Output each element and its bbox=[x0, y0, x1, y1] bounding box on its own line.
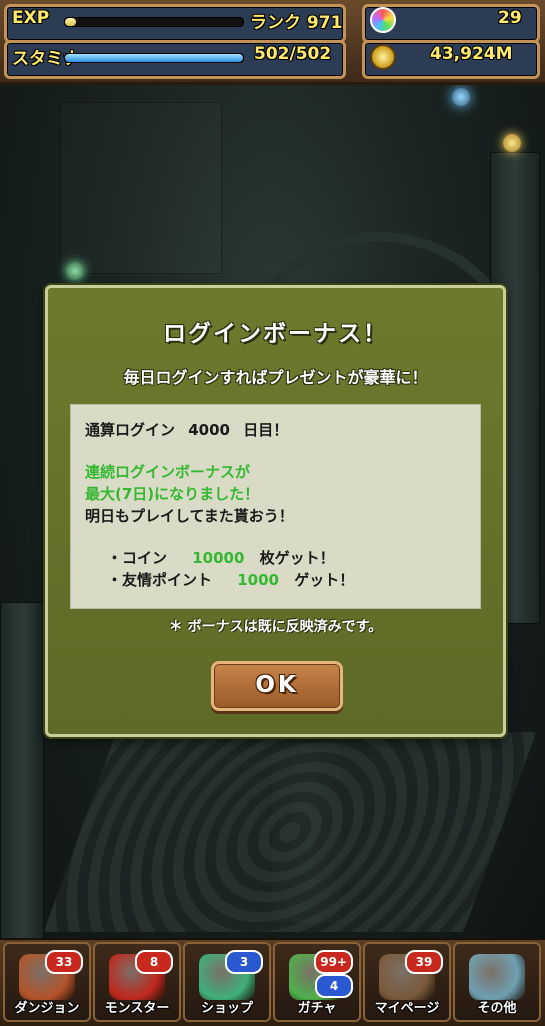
streak-line-3: 明日もプレイしてまた貰おう！ bbox=[85, 507, 294, 525]
dialog-note: ＊ ボーナスは既に反映済みです。 bbox=[168, 619, 383, 635]
coin-icon bbox=[370, 44, 396, 70]
rank-label: ランク 971 bbox=[250, 13, 343, 33]
dungeon-badge: 33 bbox=[45, 950, 83, 974]
login-bonus-dialog: ログインボーナス！ 毎日ログインすればプレゼントが豪華に！ 通算ログイン 400… bbox=[45, 285, 506, 737]
total-login-suffix: 日目！ bbox=[243, 421, 289, 439]
nav-monster-label: モンスター bbox=[104, 1001, 170, 1016]
stamina-bar bbox=[64, 53, 244, 63]
ok-button[interactable]: OK bbox=[211, 661, 343, 711]
total-login-days: 4000 bbox=[188, 421, 230, 439]
nav-mypage-label: マイページ bbox=[374, 1001, 440, 1016]
reward-friend-suffix: ゲット！ bbox=[294, 571, 355, 589]
stone-wall bbox=[60, 102, 222, 274]
reward-friend-line: ・友情ポイント 1000 ゲット！ bbox=[107, 569, 354, 590]
stamina-value: 502/502 bbox=[254, 44, 332, 64]
stone-floor bbox=[43, 732, 537, 932]
nav-gacha-button[interactable]: 99+ 4 ガチャ bbox=[273, 942, 361, 1022]
exp-bar bbox=[64, 17, 244, 27]
stamina-bar-fill bbox=[65, 54, 243, 62]
dialog-subtitle: 毎日ログインすればプレゼントが豪華に！ bbox=[123, 368, 428, 387]
magic-stone-count: 29 bbox=[498, 8, 522, 28]
reward-coin-suffix: 枚ゲット！ bbox=[259, 549, 335, 567]
nav-shop-button[interactable]: 3 ショップ bbox=[183, 942, 271, 1022]
top-hud: EXP ランク 971 スタミナ 502/502 29 43,924M bbox=[0, 0, 545, 85]
nav-other-button[interactable]: その他 bbox=[453, 942, 541, 1022]
shop-badge: 3 bbox=[225, 950, 263, 974]
reward-coin-line: ・コイン 10000 枚ゲット！ bbox=[107, 547, 335, 568]
reward-friend-label: ・友情ポイント bbox=[107, 571, 213, 589]
mypage-badge: 39 bbox=[405, 950, 443, 974]
coin-count: 43,924M bbox=[430, 44, 513, 64]
monster-badge: 8 bbox=[135, 950, 173, 974]
nav-mypage-button[interactable]: 39 マイページ bbox=[363, 942, 451, 1022]
magic-stone-icon bbox=[370, 7, 396, 33]
nav-shop-label: ショップ bbox=[200, 1001, 253, 1016]
nav-dungeon-button[interactable]: 33 ダンジョン bbox=[3, 942, 91, 1022]
streak-line-2: 最大(7日)になりました！ bbox=[85, 485, 260, 503]
streak-line-1: 連続ログインボーナスが bbox=[85, 463, 251, 481]
dialog-title: ログインボーナス！ bbox=[163, 321, 388, 347]
nav-dungeon-label: ダンジョン bbox=[14, 1001, 80, 1016]
nav-gacha-label: ガチャ bbox=[297, 1001, 337, 1016]
orb-light bbox=[503, 134, 521, 152]
gacha-badge: 99+ bbox=[314, 950, 353, 974]
bonus-detail-box: 通算ログイン 4000 日目！ 連続ログインボーナスが 最大(7日)になりました… bbox=[70, 404, 481, 609]
gacha-badge-secondary: 4 bbox=[315, 974, 353, 998]
total-login-prefix: 通算ログイン bbox=[85, 421, 176, 439]
reward-coin-label: ・コイン bbox=[107, 549, 168, 567]
nav-monster-button[interactable]: 8 モンスター bbox=[93, 942, 181, 1022]
ok-button-label: OK bbox=[255, 672, 299, 698]
stone-pillar bbox=[0, 602, 44, 938]
exp-label: EXP bbox=[12, 8, 50, 28]
reward-coin-value: 10000 bbox=[192, 549, 245, 567]
reward-friend-value: 1000 bbox=[237, 571, 279, 589]
orb-light bbox=[66, 262, 84, 280]
bottom-nav: 33 ダンジョン 8 モンスター 3 ショップ 99+ 4 ガチャ 39 マイペ… bbox=[0, 938, 545, 1026]
exp-bar-fill bbox=[65, 18, 76, 26]
nav-other-label: その他 bbox=[477, 1001, 517, 1016]
question-mark-icon bbox=[469, 954, 525, 1000]
total-login-line: 通算ログイン 4000 日目！ bbox=[85, 419, 288, 440]
orb-light bbox=[452, 88, 470, 106]
